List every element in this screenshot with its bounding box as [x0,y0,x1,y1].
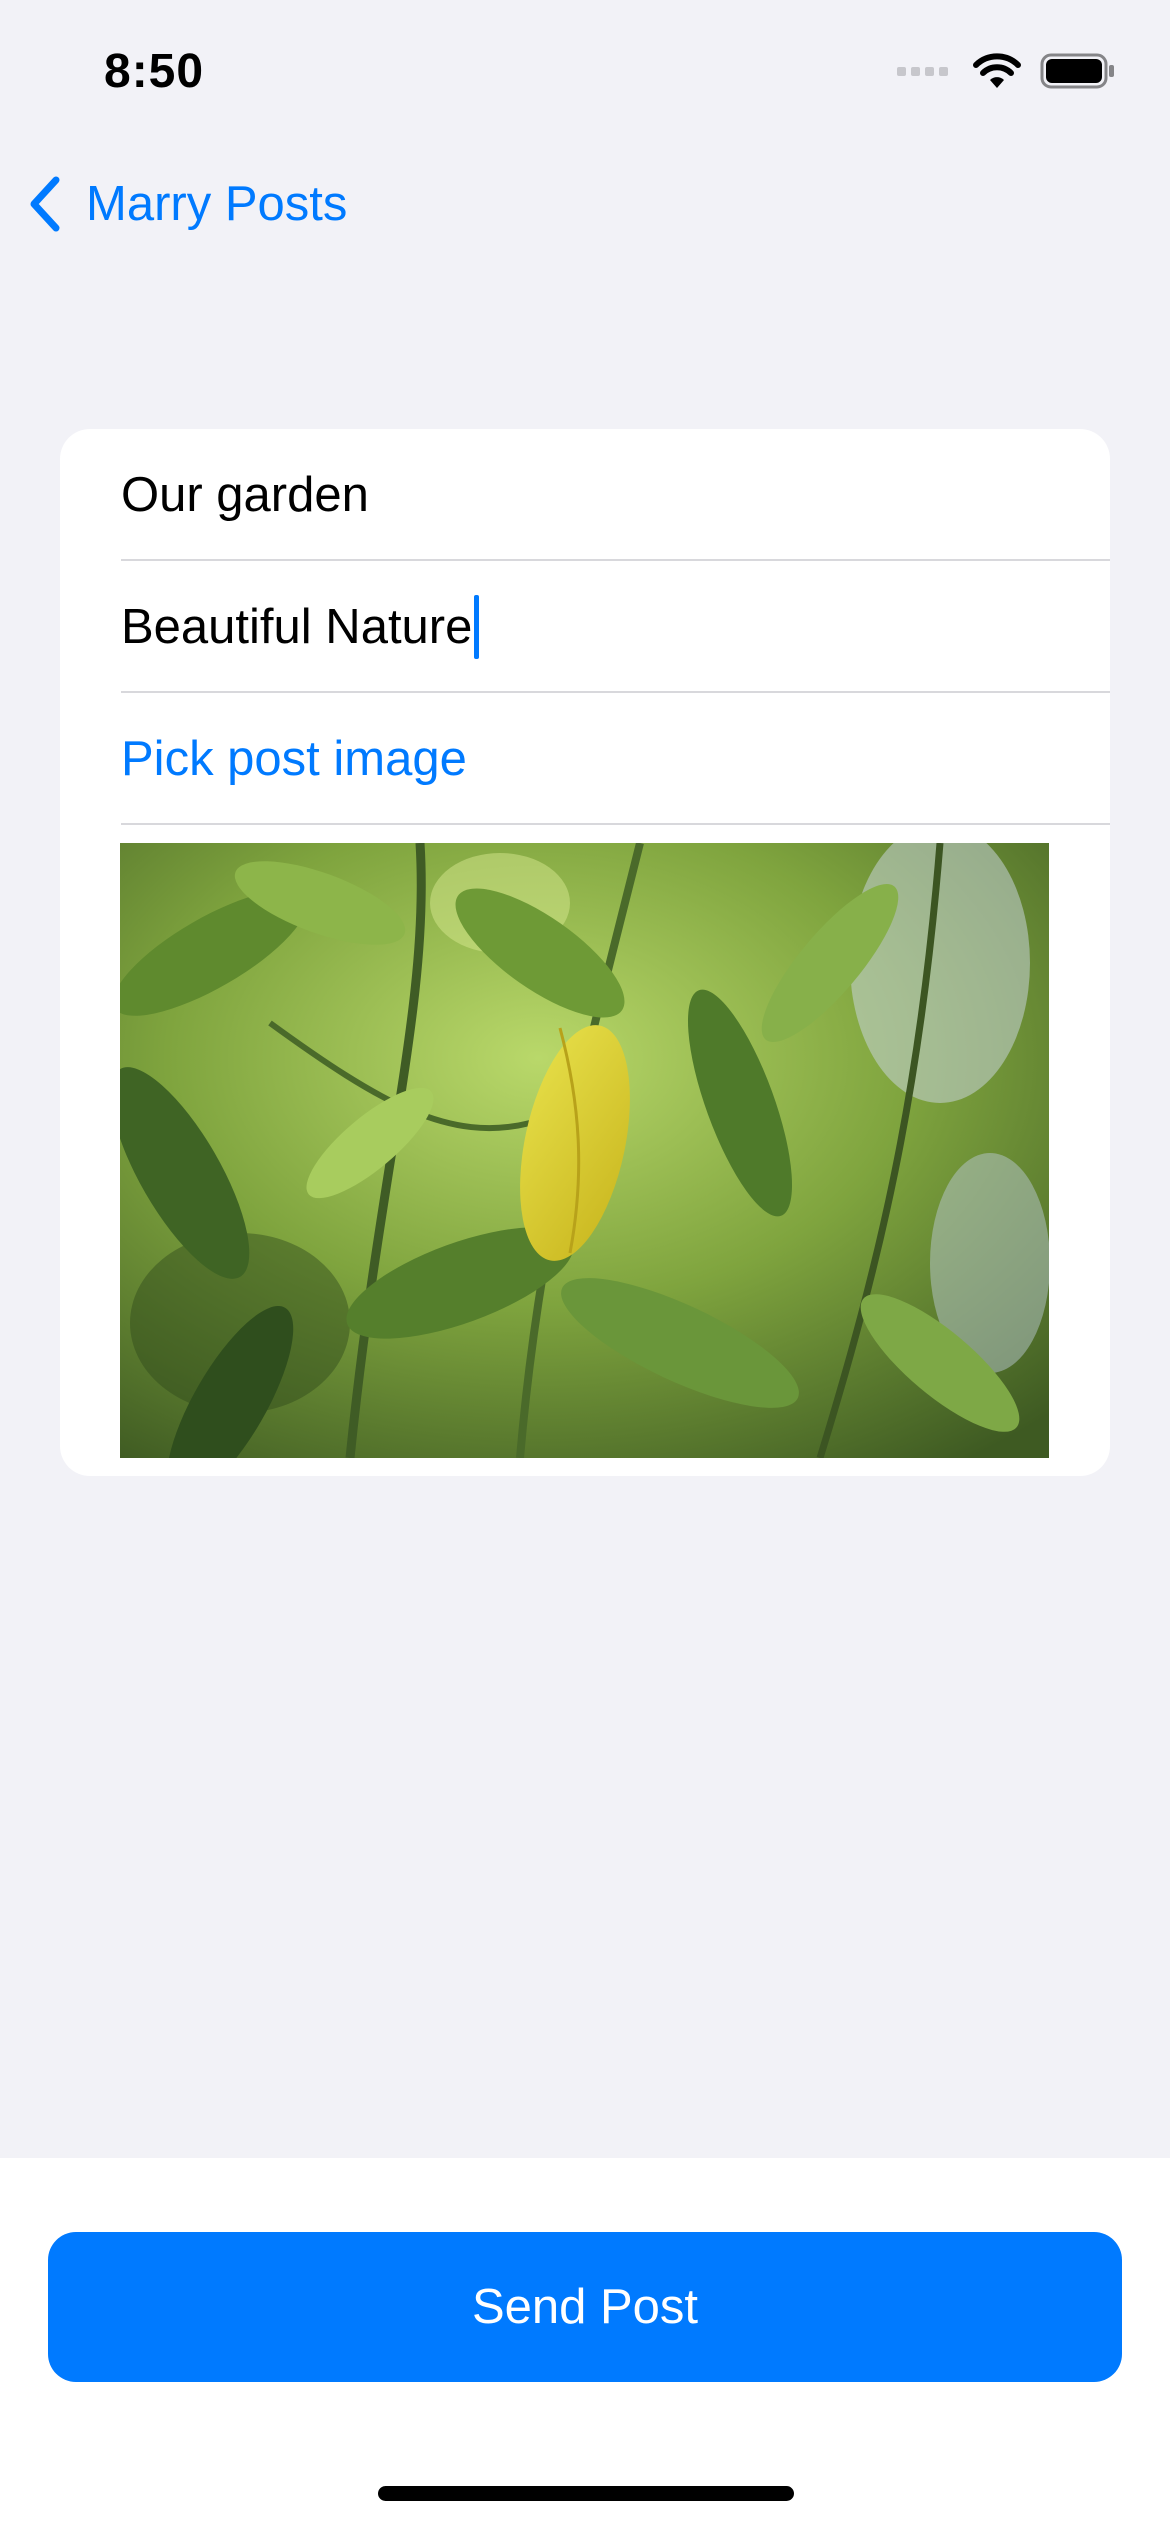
pick-image-label: Pick post image [121,732,467,786]
post-form-card: Beautiful Nature Pick post image [60,429,1110,1476]
divider [121,823,1110,825]
status-icons [897,52,1116,90]
navigation-bar: Marry Posts [0,160,1170,256]
text-cursor [474,595,480,659]
status-time: 8:50 [104,45,205,98]
bottom-panel: Send Post [0,2158,1170,2532]
title-row [121,429,1110,561]
status-bar: 8:50 [0,0,1170,150]
leaves-photo [120,843,1049,1458]
back-button-label: Marry Posts [86,177,348,231]
home-indicator[interactable] [378,2486,794,2501]
cellular-signal-icon [897,66,948,76]
post-image-preview [120,843,1049,1458]
wifi-icon [973,53,1021,88]
send-post-button[interactable]: Send Post [48,2232,1122,2382]
back-button[interactable]: Marry Posts [26,174,347,234]
pick-image-button[interactable]: Pick post image [121,693,1110,825]
battery-icon [1040,53,1114,89]
title-field[interactable] [121,467,1021,523]
send-post-label: Send Post [471,2280,699,2334]
description-row: Beautiful Nature [121,561,1110,693]
description-field[interactable]: Beautiful Nature [121,599,472,655]
chevron-left-icon [30,176,60,232]
